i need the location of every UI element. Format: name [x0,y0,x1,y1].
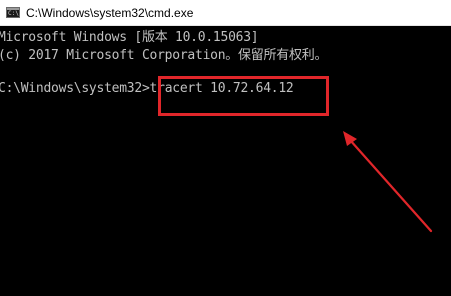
cmd-window: C:\ C:\Windows\system32\cmd.exe Microsof… [0,0,451,296]
annotation-arrow-icon [343,131,433,233]
